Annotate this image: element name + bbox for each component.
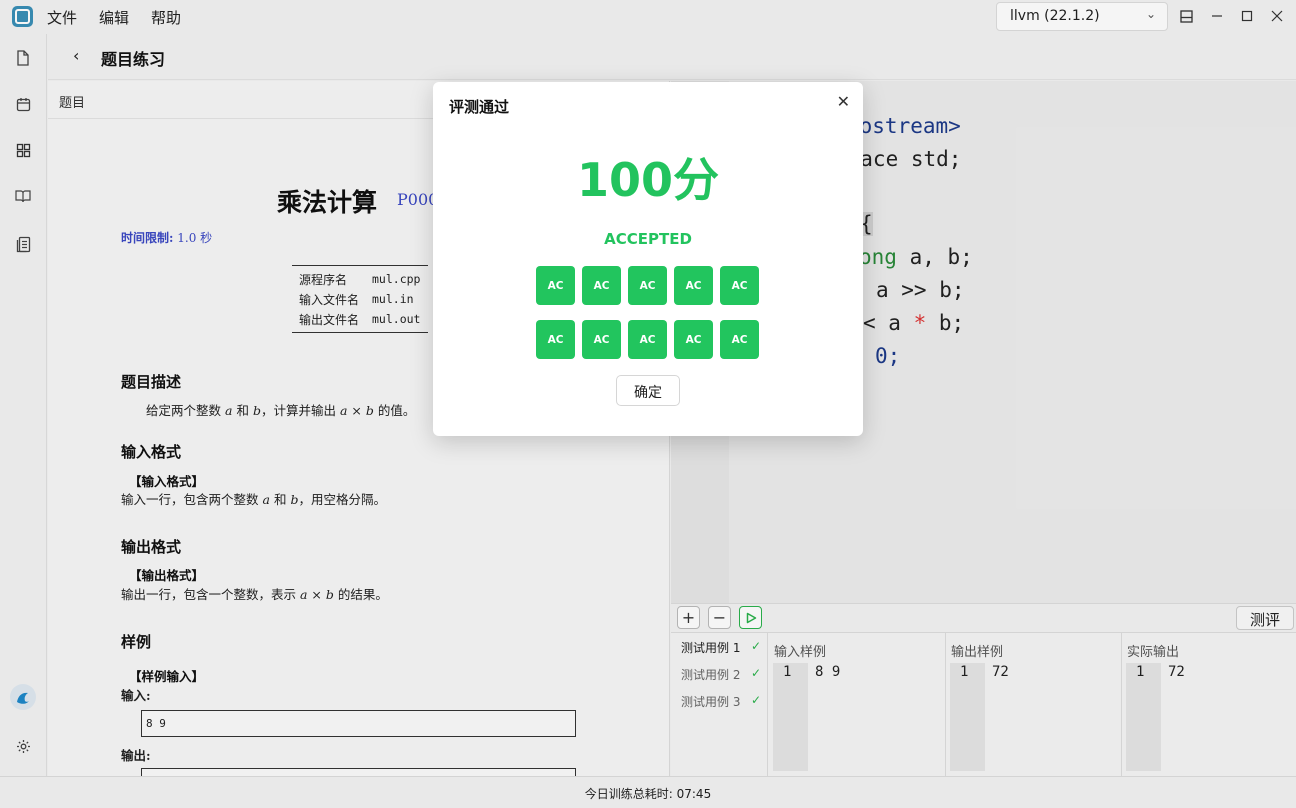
result-badge: AC [720,320,759,359]
result-badge: AC [628,266,667,305]
result-badge: AC [536,320,575,359]
result-badge: AC [628,320,667,359]
result-dialog: 评测通过 ✕ 100分 ACCEPTED AC AC AC AC AC AC A… [433,82,863,436]
result-grid: AC AC AC AC AC AC AC AC AC AC [536,266,762,359]
result-badge: AC [582,320,621,359]
result-badge: AC [720,266,759,305]
score-value: 100分 [576,153,720,207]
close-icon[interactable]: ✕ [837,92,850,111]
dialog-title: 评测通过 [449,98,510,116]
confirm-button[interactable]: 确定 [616,375,680,406]
result-badge: AC [582,266,621,305]
result-badge: AC [536,266,575,305]
verdict-label: ACCEPTED [604,230,692,248]
result-badge: AC [674,320,713,359]
result-badge: AC [674,266,713,305]
